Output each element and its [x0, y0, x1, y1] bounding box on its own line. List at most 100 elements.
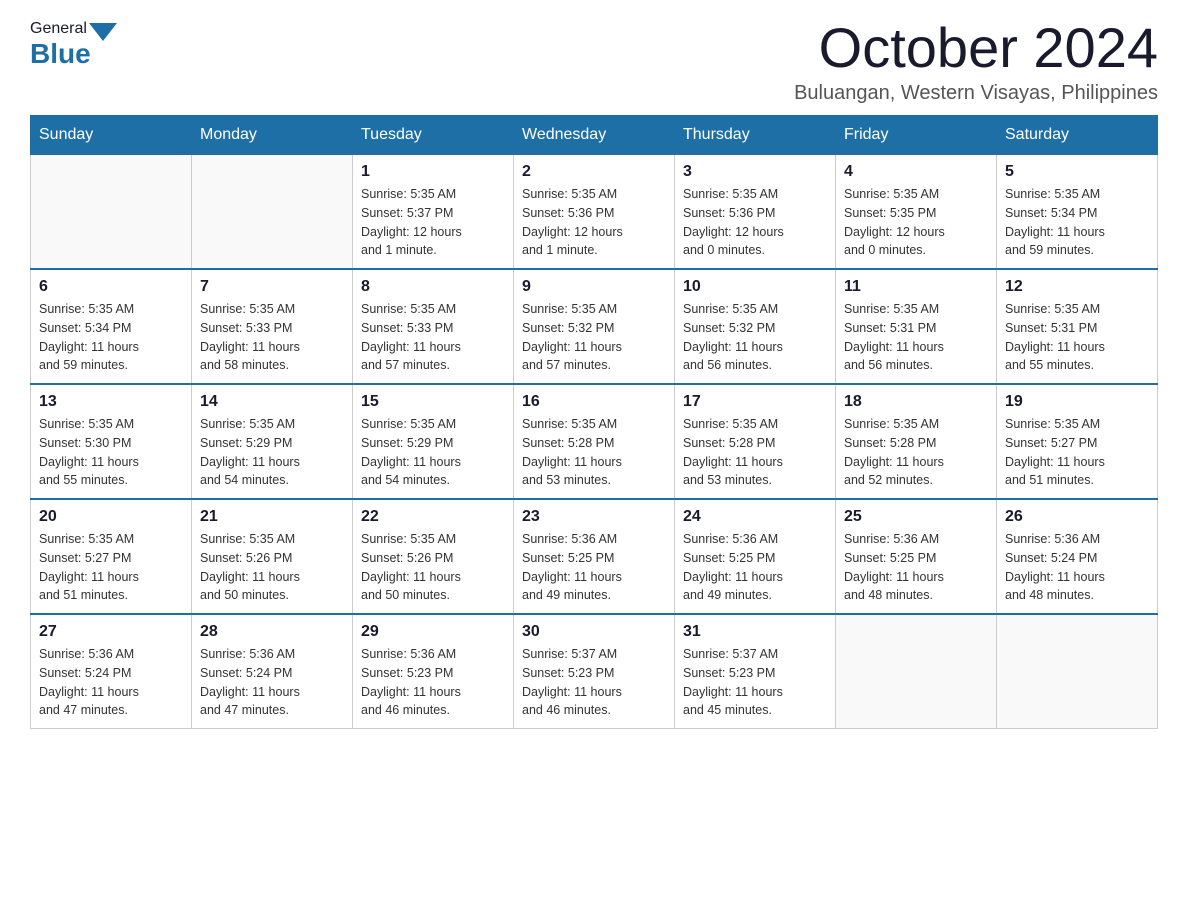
day-number: 21: [200, 508, 344, 526]
day-number: 15: [361, 393, 505, 411]
day-info: Sunrise: 5:35 AMSunset: 5:28 PMDaylight:…: [844, 415, 988, 490]
calendar-cell: 17Sunrise: 5:35 AMSunset: 5:28 PMDayligh…: [675, 384, 836, 499]
logo-triangle-icon: [89, 23, 117, 41]
day-number: 25: [844, 508, 988, 526]
calendar-cell: [997, 614, 1158, 729]
day-number: 26: [1005, 508, 1149, 526]
day-number: 8: [361, 278, 505, 296]
day-info: Sunrise: 5:35 AMSunset: 5:29 PMDaylight:…: [361, 415, 505, 490]
col-header-tuesday: Tuesday: [353, 116, 514, 155]
logo: General Blue: [30, 20, 119, 70]
calendar-cell: [192, 155, 353, 270]
week-row-5: 27 Sunrise: 5:36 AMSunset: 5:24 PMDayligh…: [31, 614, 1158, 729]
calendar-cell: 19Sunrise: 5:35 AMSunset: 5:27 PMDayligh…: [997, 384, 1158, 499]
day-info: Sunrise: 5:37 AMSunset: 5:23 PMDaylight:…: [683, 645, 827, 720]
day-info: Sunrise: 5:35 AMSunset: 5:32 PMDaylight:…: [683, 300, 827, 375]
day-info: Sunrise: 5:35 AMSunset: 5:32 PMDaylight:…: [522, 300, 666, 375]
calendar-header-row: SundayMondayTuesdayWednesdayThursdayFrid…: [31, 116, 1158, 155]
day-number: 6: [39, 278, 183, 296]
day-info: Sunrise: 5:35 AMSunset: 5:31 PMDaylight:…: [844, 300, 988, 375]
day-number: 4: [844, 163, 988, 181]
calendar-cell: 1 Sunrise: 5:35 AMSunset: 5:37 PMDaylight…: [353, 155, 514, 270]
calendar-cell: 23Sunrise: 5:36 AMSunset: 5:25 PMDayligh…: [514, 499, 675, 614]
page-header: General Blue October 2024 Buluangan, Wes…: [30, 20, 1158, 105]
calendar-cell: 3 Sunrise: 5:35 AMSunset: 5:36 PMDaylight…: [675, 155, 836, 270]
day-number: 17: [683, 393, 827, 411]
day-info: Sunrise: 5:36 AMSunset: 5:25 PMDaylight:…: [522, 530, 666, 605]
calendar-cell: 9 Sunrise: 5:35 AMSunset: 5:32 PMDaylight…: [514, 269, 675, 384]
day-number: 1: [361, 163, 505, 181]
day-number: 3: [683, 163, 827, 181]
calendar-cell: 29 Sunrise: 5:36 AMSunset: 5:23 PMDayligh…: [353, 614, 514, 729]
col-header-sunday: Sunday: [31, 116, 192, 155]
calendar-cell: 20 Sunrise: 5:35 AMSunset: 5:27 PMDayligh…: [31, 499, 192, 614]
day-number: 27: [39, 623, 183, 641]
day-info: Sunrise: 5:36 AMSunset: 5:24 PMDaylight:…: [1005, 530, 1149, 605]
calendar-cell: 5Sunrise: 5:35 AMSunset: 5:34 PMDaylight…: [997, 155, 1158, 270]
calendar-cell: 26 Sunrise: 5:36 AMSunset: 5:24 PMDayligh…: [997, 499, 1158, 614]
day-number: 11: [844, 278, 988, 296]
day-info: Sunrise: 5:35 AMSunset: 5:26 PMDaylight:…: [361, 530, 505, 605]
day-info: Sunrise: 5:35 AMSunset: 5:36 PMDaylight:…: [683, 185, 827, 260]
day-info: Sunrise: 5:36 AMSunset: 5:24 PMDaylight:…: [39, 645, 183, 720]
col-header-monday: Monday: [192, 116, 353, 155]
day-number: 10: [683, 278, 827, 296]
calendar-cell: 31Sunrise: 5:37 AMSunset: 5:23 PMDayligh…: [675, 614, 836, 729]
calendar-cell: 21 Sunrise: 5:35 AMSunset: 5:26 PMDayligh…: [192, 499, 353, 614]
day-info: Sunrise: 5:35 AMSunset: 5:37 PMDaylight:…: [361, 185, 505, 260]
day-number: 2: [522, 163, 666, 181]
day-info: Sunrise: 5:35 AMSunset: 5:26 PMDaylight:…: [200, 530, 344, 605]
calendar-cell: 30Sunrise: 5:37 AMSunset: 5:23 PMDayligh…: [514, 614, 675, 729]
calendar-cell: [31, 155, 192, 270]
day-number: 29: [361, 623, 505, 641]
calendar-cell: 22 Sunrise: 5:35 AMSunset: 5:26 PMDayligh…: [353, 499, 514, 614]
day-number: 16: [522, 393, 666, 411]
day-info: Sunrise: 5:36 AMSunset: 5:23 PMDaylight:…: [361, 645, 505, 720]
calendar-cell: 4 Sunrise: 5:35 AMSunset: 5:35 PMDaylight…: [836, 155, 997, 270]
calendar-cell: 25 Sunrise: 5:36 AMSunset: 5:25 PMDayligh…: [836, 499, 997, 614]
calendar-cell: 18Sunrise: 5:35 AMSunset: 5:28 PMDayligh…: [836, 384, 997, 499]
week-row-2: 6 Sunrise: 5:35 AMSunset: 5:34 PMDaylight…: [31, 269, 1158, 384]
calendar-cell: 6 Sunrise: 5:35 AMSunset: 5:34 PMDaylight…: [31, 269, 192, 384]
day-info: Sunrise: 5:36 AMSunset: 5:24 PMDaylight:…: [200, 645, 344, 720]
month-title: October 2024: [794, 20, 1158, 76]
calendar-cell: 28 Sunrise: 5:36 AMSunset: 5:24 PMDayligh…: [192, 614, 353, 729]
day-number: 28: [200, 623, 344, 641]
day-info: Sunrise: 5:36 AMSunset: 5:25 PMDaylight:…: [844, 530, 988, 605]
day-number: 20: [39, 508, 183, 526]
day-info: Sunrise: 5:35 AMSunset: 5:31 PMDaylight:…: [1005, 300, 1149, 375]
day-info: Sunrise: 5:35 AMSunset: 5:35 PMDaylight:…: [844, 185, 988, 260]
day-info: Sunrise: 5:35 AMSunset: 5:29 PMDaylight:…: [200, 415, 344, 490]
location-title: Buluangan, Western Visayas, Philippines: [794, 82, 1158, 105]
day-info: Sunrise: 5:37 AMSunset: 5:23 PMDaylight:…: [522, 645, 666, 720]
day-info: Sunrise: 5:35 AMSunset: 5:27 PMDaylight:…: [39, 530, 183, 605]
calendar-cell: 12Sunrise: 5:35 AMSunset: 5:31 PMDayligh…: [997, 269, 1158, 384]
calendar-cell: [836, 614, 997, 729]
day-number: 7: [200, 278, 344, 296]
day-number: 9: [522, 278, 666, 296]
day-number: 24: [683, 508, 827, 526]
logo-general-text: General: [30, 20, 87, 38]
day-info: Sunrise: 5:35 AMSunset: 5:30 PMDaylight:…: [39, 415, 183, 490]
day-number: 14: [200, 393, 344, 411]
day-number: 22: [361, 508, 505, 526]
calendar-cell: 11 Sunrise: 5:35 AMSunset: 5:31 PMDayligh…: [836, 269, 997, 384]
day-info: Sunrise: 5:36 AMSunset: 5:25 PMDaylight:…: [683, 530, 827, 605]
calendar-cell: 8 Sunrise: 5:35 AMSunset: 5:33 PMDaylight…: [353, 269, 514, 384]
week-row-3: 13Sunrise: 5:35 AMSunset: 5:30 PMDayligh…: [31, 384, 1158, 499]
day-info: Sunrise: 5:35 AMSunset: 5:36 PMDaylight:…: [522, 185, 666, 260]
day-number: 19: [1005, 393, 1149, 411]
calendar-cell: 15 Sunrise: 5:35 AMSunset: 5:29 PMDayligh…: [353, 384, 514, 499]
col-header-friday: Friday: [836, 116, 997, 155]
col-header-thursday: Thursday: [675, 116, 836, 155]
calendar-cell: 10 Sunrise: 5:35 AMSunset: 5:32 PMDayligh…: [675, 269, 836, 384]
day-info: Sunrise: 5:35 AMSunset: 5:34 PMDaylight:…: [39, 300, 183, 375]
week-row-1: 1 Sunrise: 5:35 AMSunset: 5:37 PMDaylight…: [31, 155, 1158, 270]
calendar-cell: 7 Sunrise: 5:35 AMSunset: 5:33 PMDaylight…: [192, 269, 353, 384]
calendar-cell: 24 Sunrise: 5:36 AMSunset: 5:25 PMDayligh…: [675, 499, 836, 614]
day-info: Sunrise: 5:35 AMSunset: 5:33 PMDaylight:…: [361, 300, 505, 375]
calendar-cell: 2 Sunrise: 5:35 AMSunset: 5:36 PMDaylight…: [514, 155, 675, 270]
day-info: Sunrise: 5:35 AMSunset: 5:33 PMDaylight:…: [200, 300, 344, 375]
col-header-saturday: Saturday: [997, 116, 1158, 155]
day-info: Sunrise: 5:35 AMSunset: 5:28 PMDaylight:…: [522, 415, 666, 490]
